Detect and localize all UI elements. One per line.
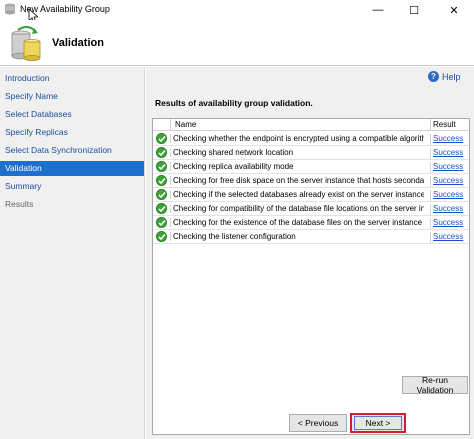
help-label: Help bbox=[442, 71, 461, 82]
next-button-highlight: Next > bbox=[350, 413, 406, 433]
maximize-icon: ☐ bbox=[409, 4, 419, 17]
maximize-button[interactable]: ☐ bbox=[396, 0, 432, 20]
row-name: Checking for compatibility of the databa… bbox=[170, 204, 424, 213]
column-separator bbox=[170, 119, 171, 131]
success-check-icon bbox=[156, 175, 167, 186]
table-row: Checking for compatibility of the databa… bbox=[153, 202, 469, 216]
previous-button[interactable]: < Previous bbox=[289, 414, 347, 432]
success-check-icon bbox=[156, 133, 167, 144]
table-row: Checking if the selected databases alrea… bbox=[153, 188, 469, 202]
table-row: Checking shared network location Success bbox=[153, 146, 469, 160]
row-name: Checking whether the endpoint is encrypt… bbox=[170, 134, 424, 143]
row-result-link[interactable]: Success bbox=[430, 162, 463, 173]
table-row: Checking whether the endpoint is encrypt… bbox=[153, 132, 469, 146]
row-result-link[interactable]: Success bbox=[430, 176, 463, 187]
table-row: Checking replica availability mode Succe… bbox=[153, 160, 469, 174]
success-check-icon bbox=[156, 231, 167, 242]
results-heading: Results of availability group validation… bbox=[155, 98, 313, 108]
row-result-link[interactable]: Success bbox=[430, 232, 463, 243]
row-result-link[interactable]: Success bbox=[430, 218, 463, 229]
table-row: Checking for free disk space on the serv… bbox=[153, 174, 469, 188]
help-icon: ? bbox=[428, 71, 439, 82]
success-check-icon bbox=[156, 161, 167, 172]
page-title: Validation bbox=[52, 37, 104, 49]
success-check-icon bbox=[156, 147, 167, 158]
row-name: Checking the listener configuration bbox=[170, 232, 424, 241]
row-result-link[interactable]: Success bbox=[430, 204, 463, 215]
success-check-icon bbox=[156, 189, 167, 200]
minimize-icon: — bbox=[372, 4, 384, 16]
nav-item-specify-replicas[interactable]: Specify Replicas bbox=[0, 125, 144, 140]
rerun-validation-button[interactable]: Re-run Validation bbox=[402, 375, 468, 395]
table-row: Checking for the existence of the databa… bbox=[153, 216, 469, 230]
wizard-header: Validation bbox=[0, 20, 474, 66]
row-name: Checking for free disk space on the serv… bbox=[170, 176, 424, 185]
title-bar: New Availability Group — ☐ ✕ bbox=[0, 0, 474, 24]
close-button[interactable]: ✕ bbox=[434, 0, 474, 20]
close-icon: ✕ bbox=[449, 4, 459, 17]
table-row: Checking the listener configuration Succ… bbox=[153, 230, 469, 244]
grid-header: Name Result bbox=[153, 119, 469, 131]
nav-item-specify-name[interactable]: Specify Name bbox=[0, 89, 144, 104]
minimize-button[interactable]: — bbox=[360, 0, 396, 20]
row-name: Checking replica availability mode bbox=[170, 162, 424, 171]
row-result-link[interactable]: Success bbox=[430, 148, 463, 159]
row-result-link[interactable]: Success bbox=[430, 134, 463, 145]
wizard-nav: Introduction Specify Name Select Databas… bbox=[0, 67, 145, 439]
nav-item-summary[interactable]: Summary bbox=[0, 179, 144, 194]
app-icon bbox=[5, 3, 15, 15]
row-name: Checking for the existence of the databa… bbox=[170, 218, 424, 227]
nav-item-select-data-synchronization[interactable]: Select Data Synchronization bbox=[0, 143, 144, 158]
nav-item-introduction[interactable]: Introduction bbox=[0, 71, 144, 86]
database-cylinders-icon bbox=[11, 26, 41, 61]
success-check-icon bbox=[156, 203, 167, 214]
next-button[interactable]: Next > bbox=[354, 416, 402, 430]
row-name: Checking if the selected databases alrea… bbox=[170, 190, 424, 199]
column-header-result[interactable]: Result bbox=[433, 120, 456, 129]
row-result-link[interactable]: Success bbox=[430, 190, 463, 201]
nav-item-validation[interactable]: Validation bbox=[0, 161, 144, 176]
row-name: Checking shared network location bbox=[170, 148, 424, 157]
nav-item-results: Results bbox=[5, 199, 34, 209]
help-link[interactable]: ? Help bbox=[428, 71, 461, 82]
success-check-icon bbox=[156, 217, 167, 228]
column-separator bbox=[430, 119, 431, 131]
column-header-name[interactable]: Name bbox=[175, 120, 196, 129]
nav-item-select-databases[interactable]: Select Databases bbox=[0, 107, 144, 122]
